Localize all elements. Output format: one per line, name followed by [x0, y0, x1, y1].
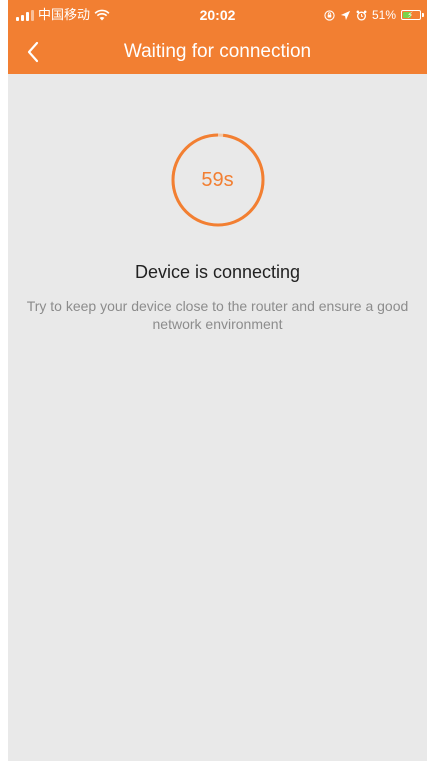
main-content: 59s Device is connecting Try to keep you…	[8, 74, 427, 333]
nav-bar: Waiting for connection	[8, 30, 427, 74]
countdown-label: 59s	[201, 169, 234, 191]
page-title: Waiting for connection	[123, 41, 312, 62]
header: 中国移动 20:02 51% ⚡ Waiting for connection	[8, 0, 427, 74]
battery-icon: ⚡	[401, 10, 424, 20]
orientation-lock-icon	[324, 9, 335, 21]
status-bar-right: 51% ⚡	[324, 0, 424, 30]
status-title: Device is connecting	[134, 262, 301, 282]
status-description: Try to keep your device close to the rou…	[26, 298, 409, 332]
charging-bolt-icon: ⚡	[407, 10, 414, 20]
location-arrow-icon	[340, 10, 351, 20]
battery-percent: 51%	[371, 8, 396, 22]
app-screen: 中国移动 20:02 51% ⚡ Waiting for connection …	[8, 0, 427, 761]
countdown-timer: 59s	[170, 132, 266, 228]
status-bar: 中国移动 20:02 51% ⚡	[8, 0, 427, 30]
alarm-clock-icon	[356, 10, 367, 21]
